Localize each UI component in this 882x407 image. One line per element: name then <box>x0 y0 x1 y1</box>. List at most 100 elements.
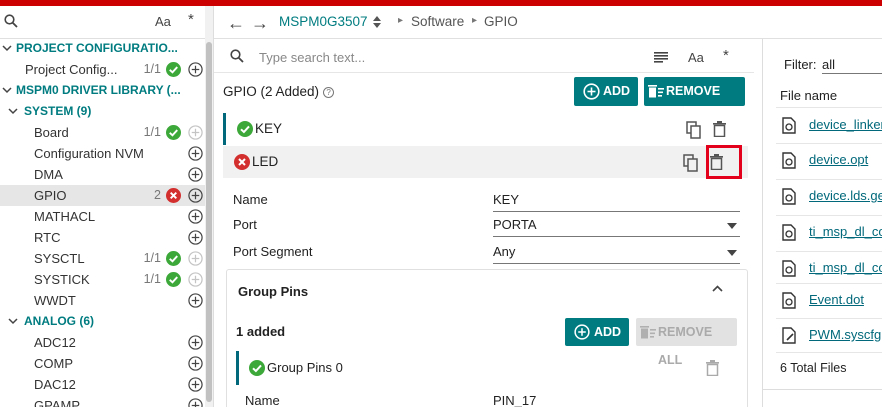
scrollbar-thumb[interactable] <box>206 42 212 402</box>
forward-arrow-icon[interactable]: → <box>251 13 269 34</box>
file-row[interactable]: ti_msp_dl_co <box>782 258 882 278</box>
search-icon[interactable] <box>4 14 18 31</box>
breadcrumb-gpio[interactable]: GPIO <box>484 14 518 29</box>
device-selector[interactable]: MSPM0G3507 <box>279 14 368 29</box>
file-row[interactable]: device.opt <box>782 150 882 170</box>
tree-item[interactable]: DAC12 <box>0 374 205 395</box>
tree-section-header[interactable]: ANALOG (6) <box>0 311 205 332</box>
tree-item[interactable]: Configuration NVM <box>0 143 205 164</box>
port-segment-select[interactable]: Any <box>493 244 740 264</box>
trash-icon[interactable] <box>706 360 719 376</box>
file-row[interactable]: PWM.syscfg <box>782 325 882 345</box>
file-link[interactable]: PWM.syscfg <box>809 327 881 342</box>
tree-item[interactable]: GPIO 2 <box>0 185 205 206</box>
trash-icon[interactable] <box>713 121 726 137</box>
tree-item[interactable]: DMA <box>0 164 205 185</box>
chevron-down-icon[interactable] <box>8 106 18 116</box>
tree-section-header[interactable]: PROJECT CONFIGURATIO... <box>0 38 205 59</box>
sidebar-scrollbar[interactable] <box>205 6 213 407</box>
file-link[interactable]: device.lds.ge <box>809 188 882 203</box>
file-divider <box>776 251 882 252</box>
add-circle-icon[interactable] <box>188 125 203 140</box>
add-circle-icon[interactable] <box>188 251 203 266</box>
tree-section-label: MSPM0 DRIVER LIBRARY (... <box>16 83 181 97</box>
name-input[interactable]: KEY <box>493 192 740 212</box>
breadcrumb-software[interactable]: Software <box>411 14 464 29</box>
tree-item[interactable]: SYSTICK 1/1 <box>0 269 205 290</box>
tree-item-label: ADC12 <box>34 335 76 350</box>
add-circle-icon[interactable] <box>188 167 203 182</box>
sort-updown-icon[interactable] <box>372 15 382 32</box>
add-circle-icon[interactable] <box>188 356 203 371</box>
instance-row-key[interactable]: KEY <box>223 113 751 145</box>
remove-all-pins-button[interactable]: REMOVE ALL <box>636 318 737 367</box>
remove-all-button[interactable]: REMOVE ALL <box>644 77 745 127</box>
file-row[interactable]: device.lds.ge <box>782 186 882 206</box>
tree-item[interactable]: RTC <box>0 227 205 248</box>
help-icon[interactable]: ? <box>323 86 335 98</box>
file-link[interactable]: device_linker <box>809 117 882 132</box>
list-view-icon[interactable] <box>654 51 668 66</box>
caret-down-icon <box>727 223 737 229</box>
chevron-down-icon[interactable] <box>8 316 18 326</box>
file-link[interactable]: ti_msp_dl_co <box>809 224 882 239</box>
add-button[interactable]: ADD <box>574 77 638 106</box>
group-pin-row[interactable]: Group Pins 0 <box>236 351 739 385</box>
search-input[interactable]: Type search text... <box>259 50 365 65</box>
file-icon <box>782 292 796 309</box>
port-select[interactable]: PORTA <box>493 217 740 237</box>
tree-item[interactable]: MATHACL <box>0 206 205 227</box>
tree-item[interactable]: COMP <box>0 353 205 374</box>
file-link[interactable]: ti_msp_dl_co <box>809 260 882 275</box>
back-arrow-icon[interactable]: ← <box>227 13 245 34</box>
chevron-up-icon[interactable] <box>712 285 723 292</box>
file-row[interactable]: Event.dot <box>782 290 882 310</box>
pin-name-label: Name <box>245 393 280 407</box>
add-circle-icon[interactable] <box>188 335 203 350</box>
copy-icon[interactable] <box>686 121 702 139</box>
delete-sweep-icon <box>640 326 656 339</box>
regex-toggle[interactable]: * <box>723 47 729 64</box>
group-pins-card: Group Pins 1 added ADD REMOVE ALL Group … <box>226 269 748 407</box>
add-circle-icon[interactable] <box>188 209 203 224</box>
file-row[interactable]: ti_msp_dl_co <box>782 222 882 242</box>
tree-section-label: PROJECT CONFIGURATIO... <box>16 41 178 55</box>
file-link[interactable]: Event.dot <box>809 292 864 307</box>
add-group-pin-button[interactable]: ADD <box>565 318 629 346</box>
add-circle-icon[interactable] <box>188 398 203 407</box>
file-link[interactable]: device.opt <box>809 152 868 167</box>
add-circle-icon[interactable] <box>188 377 203 392</box>
tree-item[interactable]: SYSCTL 1/1 <box>0 248 205 269</box>
regex-toggle[interactable]: * <box>188 11 194 28</box>
file-row[interactable]: device_linker <box>782 115 882 135</box>
filter-select[interactable]: all <box>822 57 882 74</box>
plus-circle-icon <box>583 83 600 100</box>
tree-item[interactable]: Board 1/1 <box>0 122 205 143</box>
add-circle-icon[interactable] <box>188 272 203 287</box>
add-circle-icon[interactable] <box>188 230 203 245</box>
add-circle-icon[interactable] <box>188 188 203 203</box>
tree-item[interactable]: WWDT <box>0 290 205 311</box>
tree-section-label: SYSTEM (9) <box>24 104 92 118</box>
files-card: Filter: all File name device_linker devic… <box>763 39 882 390</box>
tree-section-header[interactable]: SYSTEM (9) <box>0 101 205 122</box>
instance-row-led[interactable]: LED <box>223 146 748 178</box>
match-case-toggle[interactable]: Aa <box>155 14 171 29</box>
check-circle-icon <box>237 121 253 137</box>
pin-name-value[interactable]: PIN_17 <box>493 393 536 407</box>
tree-item[interactable]: ADC12 <box>0 332 205 353</box>
tree-item[interactable]: Project Config... 1/1 <box>0 59 205 80</box>
add-circle-icon[interactable] <box>188 146 203 161</box>
tree-section-header[interactable]: MSPM0 DRIVER LIBRARY (... <box>0 80 205 101</box>
add-circle-icon[interactable] <box>188 293 203 308</box>
tree-item-label: Project Config... <box>25 62 118 77</box>
copy-icon[interactable] <box>683 154 699 172</box>
match-case-toggle[interactable]: Aa <box>688 50 704 65</box>
file-divider <box>776 215 882 216</box>
tree-item-label: GPAMP <box>34 398 80 407</box>
add-circle-icon[interactable] <box>188 62 203 77</box>
chevron-down-icon[interactable] <box>2 85 12 95</box>
chevron-down-icon[interactable] <box>2 43 12 53</box>
prop-name-label: Name <box>233 192 268 207</box>
tree-item[interactable]: GPAMP <box>0 395 205 407</box>
